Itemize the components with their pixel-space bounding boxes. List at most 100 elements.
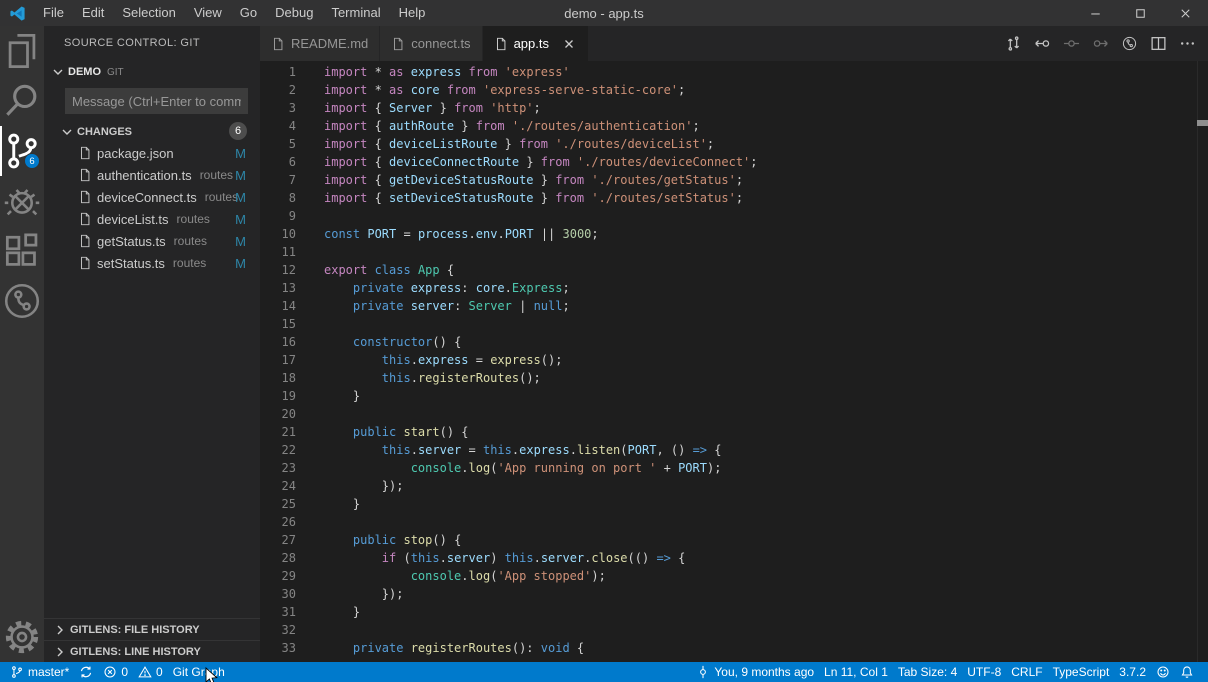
activity-explorer[interactable] bbox=[0, 26, 44, 76]
activity-settings[interactable] bbox=[0, 612, 44, 662]
language-mode[interactable]: TypeScript bbox=[1048, 662, 1115, 682]
chevron-down-icon bbox=[59, 124, 75, 140]
scm-file-row[interactable]: deviceConnect.tsroutesM bbox=[44, 186, 260, 208]
line-number: 26 bbox=[260, 513, 296, 531]
code-line: 29 console.log('App stopped'); bbox=[260, 567, 1208, 585]
commit-message-input[interactable] bbox=[65, 88, 248, 114]
menu-selection[interactable]: Selection bbox=[113, 0, 184, 26]
line-number: 27 bbox=[260, 531, 296, 549]
activity-git-graph[interactable] bbox=[0, 276, 44, 326]
line-content: this.express = express(); bbox=[324, 351, 562, 369]
scm-file-row[interactable]: deviceList.tsroutesM bbox=[44, 208, 260, 230]
scm-file-row[interactable]: package.jsonM bbox=[44, 142, 260, 164]
menu-terminal[interactable]: Terminal bbox=[322, 0, 389, 26]
debug-icon bbox=[0, 179, 44, 223]
status-label: TypeScript bbox=[1053, 665, 1110, 679]
status-bar: master*00Git Graph You, 9 months agoLn 1… bbox=[0, 662, 1208, 682]
status-label: You, 9 months ago bbox=[714, 665, 814, 679]
menu-edit[interactable]: Edit bbox=[73, 0, 113, 26]
git-graph-icon[interactable] bbox=[1119, 34, 1139, 54]
editor-scrollbar[interactable] bbox=[1197, 61, 1208, 662]
activity-debug[interactable] bbox=[0, 176, 44, 226]
code-line: 17 this.express = express(); bbox=[260, 351, 1208, 369]
code-line: 26 bbox=[260, 513, 1208, 531]
code-editor[interactable]: 1import * as express from 'express'2impo… bbox=[260, 61, 1208, 662]
file-folder: routes bbox=[177, 212, 210, 226]
code-line: 30 }); bbox=[260, 585, 1208, 603]
feedback[interactable] bbox=[1151, 662, 1175, 682]
tab-app-ts[interactable]: app.ts bbox=[483, 26, 589, 61]
close-icon[interactable] bbox=[561, 36, 577, 52]
typescript-version[interactable]: 3.7.2 bbox=[1114, 662, 1151, 682]
split-editor-icon[interactable] bbox=[1148, 34, 1168, 54]
previous-change-icon[interactable] bbox=[1032, 34, 1052, 54]
open-changes-icon[interactable] bbox=[1061, 34, 1081, 54]
menu-file[interactable]: File bbox=[34, 0, 73, 26]
repo-header[interactable]: DEMO GIT bbox=[44, 61, 260, 83]
cursor-position[interactable]: Ln 11, Col 1 bbox=[819, 662, 893, 682]
window-title: demo - app.ts bbox=[564, 6, 644, 21]
section-gitlens-file-history[interactable]: GITLENS: FILE HISTORY bbox=[44, 618, 260, 640]
scm-file-row[interactable]: authentication.tsroutesM bbox=[44, 164, 260, 186]
maximize-button[interactable] bbox=[1118, 0, 1163, 26]
line-number: 21 bbox=[260, 423, 296, 441]
gitlens-compare-icon[interactable] bbox=[1003, 34, 1023, 54]
section-label: GITLENS: FILE HISTORY bbox=[70, 624, 200, 636]
code-line: 3import { Server } from 'http'; bbox=[260, 99, 1208, 117]
scm-file-row[interactable]: getStatus.tsroutesM bbox=[44, 230, 260, 252]
tab-connect-ts[interactable]: connect.ts bbox=[380, 26, 482, 61]
explorer-icon bbox=[0, 29, 44, 73]
line-content: } bbox=[324, 495, 360, 513]
activity-search[interactable] bbox=[0, 76, 44, 126]
line-number: 25 bbox=[260, 495, 296, 513]
errors-indicator[interactable]: 0 bbox=[98, 662, 133, 682]
tab-README-md[interactable]: README.md bbox=[260, 26, 380, 61]
warnings-indicator[interactable]: 0 bbox=[133, 662, 168, 682]
section-gitlens-line-history[interactable]: GITLENS: LINE HISTORY bbox=[44, 640, 260, 662]
blame-annotation[interactable]: You, 9 months ago bbox=[691, 662, 819, 682]
activity-source-control[interactable]: 6 bbox=[0, 126, 44, 176]
code-line: 24 }); bbox=[260, 477, 1208, 495]
close-window-button[interactable] bbox=[1163, 0, 1208, 26]
file-name: deviceConnect.ts bbox=[97, 190, 197, 205]
more-actions-icon[interactable] bbox=[1177, 34, 1197, 54]
line-content: this.registerRoutes(); bbox=[324, 369, 541, 387]
line-number: 32 bbox=[260, 621, 296, 639]
notifications[interactable] bbox=[1175, 662, 1199, 682]
status-label: CRLF bbox=[1011, 665, 1042, 679]
section-label: GITLENS: LINE HISTORY bbox=[70, 646, 201, 658]
git-graph-button[interactable]: Git Graph bbox=[168, 662, 230, 682]
code-line: 5 import { deviceListRoute } from './rout… bbox=[260, 135, 1208, 153]
branch-indicator[interactable]: master* bbox=[5, 662, 74, 682]
menu-help[interactable]: Help bbox=[390, 0, 435, 26]
activity-extensions[interactable] bbox=[0, 226, 44, 276]
sync-button[interactable] bbox=[74, 662, 98, 682]
file-name: package.json bbox=[97, 146, 174, 161]
line-content: import { deviceListRoute } from './route… bbox=[324, 135, 714, 153]
changes-section-header[interactable]: CHANGES 6 bbox=[44, 121, 260, 142]
file-icon bbox=[78, 168, 92, 182]
encoding[interactable]: UTF-8 bbox=[962, 662, 1006, 682]
code-line: 22 this.server = this.express.listen(POR… bbox=[260, 441, 1208, 459]
menu-view[interactable]: View bbox=[185, 0, 231, 26]
line-number: 5 bbox=[260, 135, 296, 153]
line-number: 2 bbox=[260, 81, 296, 99]
menu-go[interactable]: Go bbox=[231, 0, 266, 26]
line-content: import { deviceConnectRoute } from './ro… bbox=[324, 153, 758, 171]
next-change-icon[interactable] bbox=[1090, 34, 1110, 54]
line-number: 10 bbox=[260, 225, 296, 243]
scm-count-badge: 6 bbox=[24, 153, 40, 169]
status-label: UTF-8 bbox=[967, 665, 1001, 679]
status-label: Tab Size: 4 bbox=[898, 665, 957, 679]
scm-file-row[interactable]: setStatus.tsroutesM bbox=[44, 252, 260, 274]
code-line: 7import { getDeviceStatusRoute } from '.… bbox=[260, 171, 1208, 189]
editor-actions bbox=[1003, 26, 1208, 61]
line-content: export class App { bbox=[324, 261, 454, 279]
minimize-button[interactable] bbox=[1073, 0, 1118, 26]
file-folder: routes bbox=[173, 256, 206, 270]
menu-debug[interactable]: Debug bbox=[266, 0, 322, 26]
line-number: 6 bbox=[260, 153, 296, 171]
tab-size[interactable]: Tab Size: 4 bbox=[893, 662, 962, 682]
eol-sequence[interactable]: CRLF bbox=[1006, 662, 1047, 682]
chevron-right-icon bbox=[52, 622, 68, 638]
